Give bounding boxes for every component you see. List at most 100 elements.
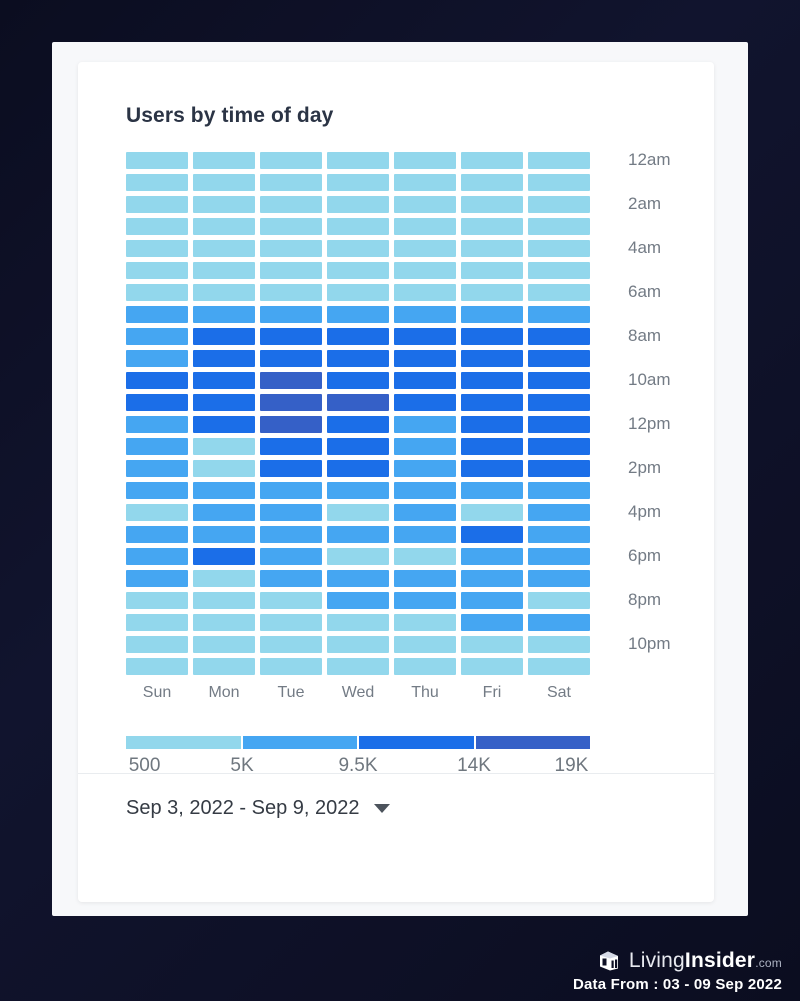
heatmap-cell[interactable] xyxy=(461,328,523,345)
heatmap-cell[interactable] xyxy=(394,438,456,455)
heatmap-cell[interactable] xyxy=(260,152,322,169)
heatmap-cell[interactable] xyxy=(126,482,188,499)
heatmap-cell[interactable] xyxy=(126,614,188,631)
heatmap-cell[interactable] xyxy=(193,174,255,191)
heatmap-cell[interactable] xyxy=(394,218,456,235)
heatmap-cell[interactable] xyxy=(260,196,322,213)
heatmap-cell[interactable] xyxy=(193,504,255,521)
heatmap-cell[interactable] xyxy=(461,350,523,367)
heatmap-cell[interactable] xyxy=(394,460,456,477)
heatmap-cell[interactable] xyxy=(461,240,523,257)
heatmap-cell[interactable] xyxy=(260,174,322,191)
heatmap-cell[interactable] xyxy=(528,614,590,631)
heatmap-cell[interactable] xyxy=(193,482,255,499)
heatmap-cell[interactable] xyxy=(260,548,322,565)
heatmap-cell[interactable] xyxy=(126,570,188,587)
heatmap-cell[interactable] xyxy=(260,504,322,521)
heatmap-cell[interactable] xyxy=(528,526,590,543)
heatmap-cell[interactable] xyxy=(461,372,523,389)
heatmap-cell[interactable] xyxy=(260,592,322,609)
heatmap-cell[interactable] xyxy=(394,306,456,323)
heatmap-cell[interactable] xyxy=(528,570,590,587)
heatmap-cell[interactable] xyxy=(528,504,590,521)
heatmap-cell[interactable] xyxy=(461,658,523,675)
heatmap-cell[interactable] xyxy=(126,460,188,477)
heatmap-cell[interactable] xyxy=(260,262,322,279)
heatmap-cell[interactable] xyxy=(394,328,456,345)
heatmap-cell[interactable] xyxy=(528,240,590,257)
heatmap-cell[interactable] xyxy=(193,592,255,609)
heatmap-cell[interactable] xyxy=(394,174,456,191)
heatmap-cell[interactable] xyxy=(327,636,389,653)
heatmap-cell[interactable] xyxy=(394,592,456,609)
heatmap-cell[interactable] xyxy=(126,416,188,433)
heatmap-cell[interactable] xyxy=(327,196,389,213)
heatmap-cell[interactable] xyxy=(461,262,523,279)
heatmap-cell[interactable] xyxy=(528,592,590,609)
heatmap-cell[interactable] xyxy=(528,548,590,565)
heatmap-cell[interactable] xyxy=(461,614,523,631)
heatmap-cell[interactable] xyxy=(327,504,389,521)
heatmap-cell[interactable] xyxy=(394,482,456,499)
heatmap-cell[interactable] xyxy=(394,152,456,169)
heatmap-cell[interactable] xyxy=(327,394,389,411)
heatmap-cell[interactable] xyxy=(193,350,255,367)
heatmap-cell[interactable] xyxy=(327,658,389,675)
heatmap-cell[interactable] xyxy=(126,306,188,323)
heatmap-cell[interactable] xyxy=(528,218,590,235)
heatmap-cell[interactable] xyxy=(126,284,188,301)
heatmap-cell[interactable] xyxy=(461,152,523,169)
heatmap-cell[interactable] xyxy=(126,218,188,235)
heatmap-cell[interactable] xyxy=(193,328,255,345)
heatmap-cell[interactable] xyxy=(193,658,255,675)
heatmap-cell[interactable] xyxy=(394,548,456,565)
heatmap-cell[interactable] xyxy=(126,350,188,367)
heatmap-cell[interactable] xyxy=(394,284,456,301)
heatmap-cell[interactable] xyxy=(260,636,322,653)
heatmap-cell[interactable] xyxy=(260,240,322,257)
heatmap-cell[interactable] xyxy=(461,438,523,455)
heatmap-cell[interactable] xyxy=(394,240,456,257)
heatmap-cell[interactable] xyxy=(461,592,523,609)
heatmap-cell[interactable] xyxy=(193,438,255,455)
heatmap-cell[interactable] xyxy=(394,636,456,653)
heatmap-cell[interactable] xyxy=(260,350,322,367)
heatmap-cell[interactable] xyxy=(461,460,523,477)
heatmap-cell[interactable] xyxy=(327,218,389,235)
heatmap-cell[interactable] xyxy=(260,570,322,587)
heatmap-cell[interactable] xyxy=(327,306,389,323)
heatmap-cell[interactable] xyxy=(327,350,389,367)
heatmap-cell[interactable] xyxy=(528,328,590,345)
heatmap-cell[interactable] xyxy=(327,284,389,301)
heatmap-cell[interactable] xyxy=(327,482,389,499)
heatmap-cell[interactable] xyxy=(126,438,188,455)
heatmap-cell[interactable] xyxy=(260,284,322,301)
heatmap-cell[interactable] xyxy=(394,614,456,631)
heatmap-cell[interactable] xyxy=(461,416,523,433)
heatmap-cell[interactable] xyxy=(327,416,389,433)
heatmap-cell[interactable] xyxy=(394,372,456,389)
heatmap-cell[interactable] xyxy=(461,394,523,411)
heatmap-cell[interactable] xyxy=(327,592,389,609)
heatmap-cell[interactable] xyxy=(394,416,456,433)
heatmap-cell[interactable] xyxy=(461,284,523,301)
heatmap-cell[interactable] xyxy=(528,658,590,675)
heatmap-cell[interactable] xyxy=(528,152,590,169)
heatmap-cell[interactable] xyxy=(394,350,456,367)
heatmap-cell[interactable] xyxy=(394,262,456,279)
heatmap-cell[interactable] xyxy=(260,482,322,499)
heatmap-cell[interactable] xyxy=(193,416,255,433)
heatmap-cell[interactable] xyxy=(528,350,590,367)
heatmap-cell[interactable] xyxy=(528,284,590,301)
heatmap-cell[interactable] xyxy=(260,460,322,477)
heatmap-cell[interactable] xyxy=(528,262,590,279)
heatmap-cell[interactable] xyxy=(193,570,255,587)
heatmap-cell[interactable] xyxy=(461,636,523,653)
heatmap-cell[interactable] xyxy=(327,526,389,543)
heatmap-cell[interactable] xyxy=(528,196,590,213)
heatmap-cell[interactable] xyxy=(327,262,389,279)
heatmap-cell[interactable] xyxy=(528,174,590,191)
heatmap-cell[interactable] xyxy=(528,636,590,653)
heatmap-cell[interactable] xyxy=(260,416,322,433)
heatmap-cell[interactable] xyxy=(126,152,188,169)
